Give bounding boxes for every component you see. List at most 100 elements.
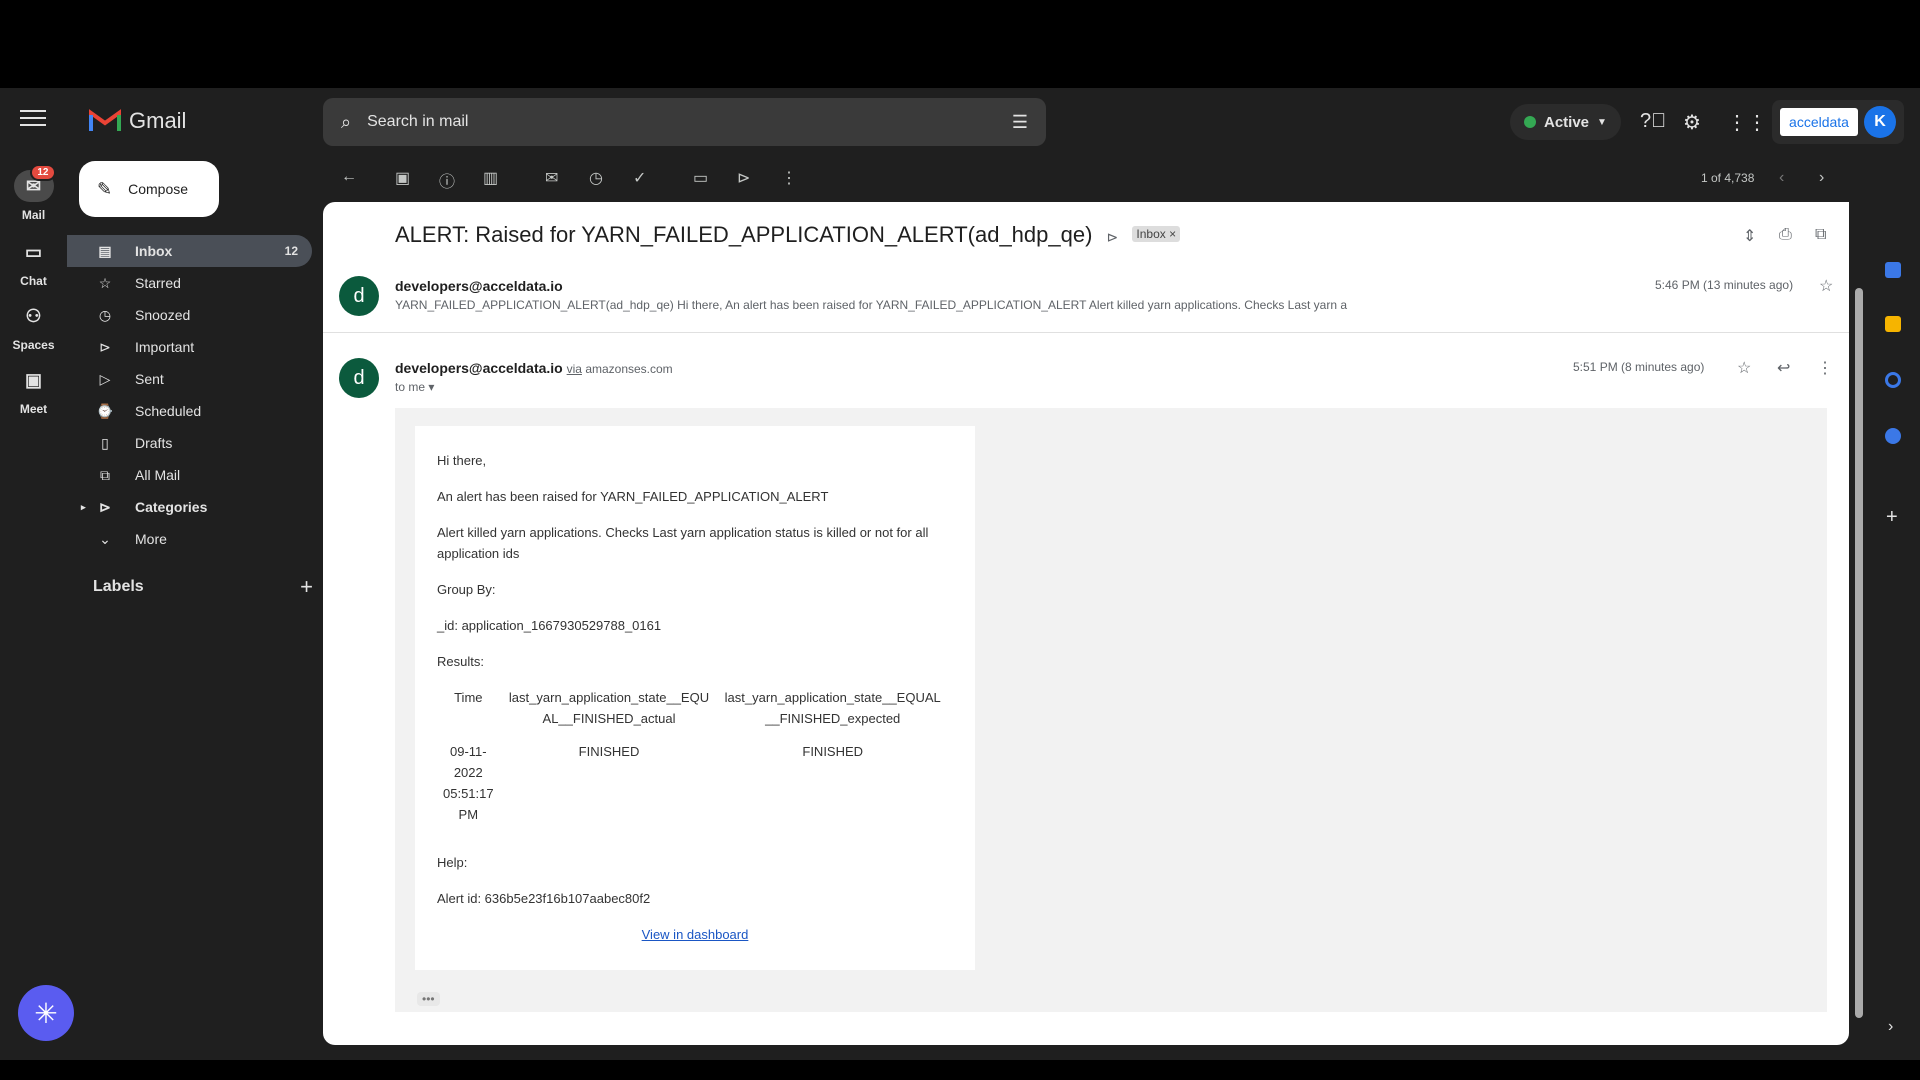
move-to-icon[interactable]: ▭ xyxy=(693,168,708,188)
app-name: Gmail xyxy=(129,108,187,133)
alert-id: Alert id: 636b5e23f16b107aabec80f2 xyxy=(437,891,651,906)
expand-caret-icon[interactable]: ▸ xyxy=(81,502,86,513)
sender-avatar: d xyxy=(339,358,379,398)
sidebar-item-more[interactable]: ⌄ More xyxy=(67,523,312,555)
sidebar-item-label: Snoozed xyxy=(135,307,191,323)
sender-line: developers@acceldata.io via amazonses.co… xyxy=(395,360,673,376)
main-menu-icon[interactable] xyxy=(20,110,46,130)
sidebar-item-starred[interactable]: ☆ Starred xyxy=(67,267,312,299)
view-dashboard-link[interactable]: View in dashboard xyxy=(437,924,953,945)
avatar[interactable]: K xyxy=(1864,106,1896,138)
gear-icon[interactable]: ⚙ xyxy=(1683,110,1701,135)
sidebar-item-scheduled[interactable]: ⌚ Scheduled xyxy=(67,395,312,427)
gmail-window: ✉ 12 Mail ▭ Chat ⚇ Spaces ▣ Meet ✳ Gmail … xyxy=(0,88,1920,1060)
sidebar-item-label: All Mail xyxy=(135,467,181,483)
rail-spaces-label: Spaces xyxy=(12,338,55,352)
chevron-down-icon: ⌄ xyxy=(99,530,111,547)
all-mail-icon: ⧉ xyxy=(100,466,110,483)
inbox-label-chip[interactable]: Inbox × xyxy=(1132,226,1181,242)
search-bar[interactable]: ⌕ Search in mail ☰ xyxy=(323,98,1046,146)
message-time: 5:46 PM (13 minutes ago) xyxy=(1655,278,1794,292)
sidebar-item-snoozed[interactable]: ◷ Snoozed xyxy=(67,299,312,331)
print-icon[interactable]: ⎙ xyxy=(1779,226,1792,244)
table-cell: FINISHED xyxy=(578,744,640,759)
chevron-down-icon: ▼ xyxy=(1597,116,1607,128)
reply-icon[interactable]: ↩ xyxy=(1777,358,1790,378)
pencil-icon: ✎ xyxy=(97,178,113,199)
sender-email: developers@acceldata.io xyxy=(395,360,563,376)
expand-all-icon[interactable]: ⇕ xyxy=(1743,226,1756,246)
star-icon[interactable]: ☆ xyxy=(1819,276,1833,296)
search-options-icon[interactable]: ☰ xyxy=(1012,112,1028,133)
table-row: 09-11-2022 05:51:17 PM FINISHED FINISHED xyxy=(437,741,947,837)
contacts-icon[interactable] xyxy=(1885,428,1901,444)
subject-text: ALERT: Raised for YARN_FAILED_APPLICATIO… xyxy=(395,222,1093,247)
sidebar-item-label: Scheduled xyxy=(135,403,202,419)
star-icon: ☆ xyxy=(98,274,112,291)
add-addon-icon[interactable]: + xyxy=(1886,506,1898,529)
greeting: Hi there, xyxy=(437,453,487,468)
clock-icon: ◷ xyxy=(98,306,112,323)
mark-unread-icon[interactable]: ✉ xyxy=(545,168,558,188)
rail-mail[interactable]: ✉ 12 Mail xyxy=(0,164,67,222)
status-label: Active xyxy=(1544,113,1590,131)
open-new-window-icon[interactable]: ⧉ xyxy=(1815,226,1826,244)
add-label-icon[interactable]: + xyxy=(300,574,313,600)
calendar-icon[interactable] xyxy=(1885,262,1901,278)
application-id: _id: application_1667930529788_0161 xyxy=(437,618,662,633)
compose-button[interactable]: ✎ Compose xyxy=(79,161,219,217)
tasks-icon[interactable] xyxy=(1885,372,1901,388)
account-switcher[interactable]: acceldata K xyxy=(1772,100,1904,144)
thread-subject: ALERT: Raised for YARN_FAILED_APPLICATIO… xyxy=(395,222,1181,248)
recipient-dropdown[interactable]: to me ▾ xyxy=(395,380,434,394)
sidebar-item-categories[interactable]: ▸ ⊳ Categories xyxy=(67,491,312,523)
sidebar-item-sent[interactable]: ▷ Sent xyxy=(67,363,312,395)
keep-icon[interactable] xyxy=(1885,316,1901,332)
rail-meet[interactable]: ▣ Meet xyxy=(0,364,67,417)
search-input[interactable]: Search in mail xyxy=(367,113,468,131)
column-header: last_yarn_application_state__EQUAL__FINI… xyxy=(508,690,710,726)
search-icon[interactable]: ⌕ xyxy=(341,112,351,133)
archive-icon[interactable]: ▣ xyxy=(395,168,410,188)
newer-chevron-icon[interactable]: ‹ xyxy=(1779,169,1784,187)
sidebar-item-important[interactable]: ⊳ Important xyxy=(67,331,312,363)
more-vert-icon[interactable]: ⋮ xyxy=(781,168,797,188)
report-spam-icon[interactable]: ⓘ xyxy=(439,168,455,192)
show-trimmed-content-button[interactable]: ••• xyxy=(417,992,440,1006)
via-domain: amazonses.com xyxy=(585,362,673,376)
sidebar-item-drafts[interactable]: ▯ Drafts xyxy=(67,427,312,459)
trash-icon[interactable]: ▥ xyxy=(483,168,498,188)
rail-spaces[interactable]: ⚇ Spaces xyxy=(0,300,67,353)
via-word[interactable]: via xyxy=(567,362,582,376)
sender-email: developers@acceldata.io xyxy=(395,278,563,294)
apps-grid-icon[interactable]: ⋮⋮ xyxy=(1727,110,1767,135)
more-vert-icon[interactable]: ⋮ xyxy=(1817,358,1833,378)
sidebar-item-all-mail[interactable]: ⧉ All Mail xyxy=(67,459,312,491)
table-cell: FINISHED xyxy=(802,744,864,759)
rail-chat[interactable]: ▭ Chat xyxy=(0,236,67,289)
sidebar: Gmail ✎ Compose ▤ Inbox 12 ☆ Starred ◷ S… xyxy=(67,88,322,1060)
back-arrow-icon[interactable]: ← xyxy=(341,168,357,186)
label-icon[interactable]: ⊳ xyxy=(737,168,750,188)
sidebar-item-inbox[interactable]: ▤ Inbox 12 xyxy=(67,235,312,267)
help-icon[interactable]: ?⃝ xyxy=(1640,110,1666,133)
snooze-icon[interactable]: ◷ xyxy=(589,168,603,188)
recipient-text: to me xyxy=(395,380,426,394)
pager-count: 1 of 4,738 xyxy=(1701,171,1755,185)
add-task-icon[interactable]: ✓ xyxy=(633,168,646,188)
chevron-right-icon[interactable]: › xyxy=(1888,1018,1893,1036)
important-marker-icon[interactable]: ⊳ xyxy=(1107,229,1119,245)
alert-description: Alert killed yarn applications. Checks L… xyxy=(437,525,929,561)
scrollbar[interactable] xyxy=(1855,288,1863,1018)
rail-mail-label: Mail xyxy=(21,208,46,222)
sidebar-item-label: Important xyxy=(135,339,195,355)
sidebar-item-label: Starred xyxy=(135,275,181,291)
status-dropdown[interactable]: Active ▼ xyxy=(1510,104,1621,140)
older-chevron-icon[interactable]: › xyxy=(1819,169,1824,187)
assistant-sparkle-icon[interactable]: ✳ xyxy=(18,985,74,1041)
star-icon[interactable]: ☆ xyxy=(1737,358,1751,378)
inbox-icon: ▤ xyxy=(98,242,112,259)
scheduled-icon: ⌚ xyxy=(96,402,114,419)
video-camera-icon: ▣ xyxy=(24,369,42,390)
gmail-logo[interactable]: Gmail xyxy=(89,108,186,134)
